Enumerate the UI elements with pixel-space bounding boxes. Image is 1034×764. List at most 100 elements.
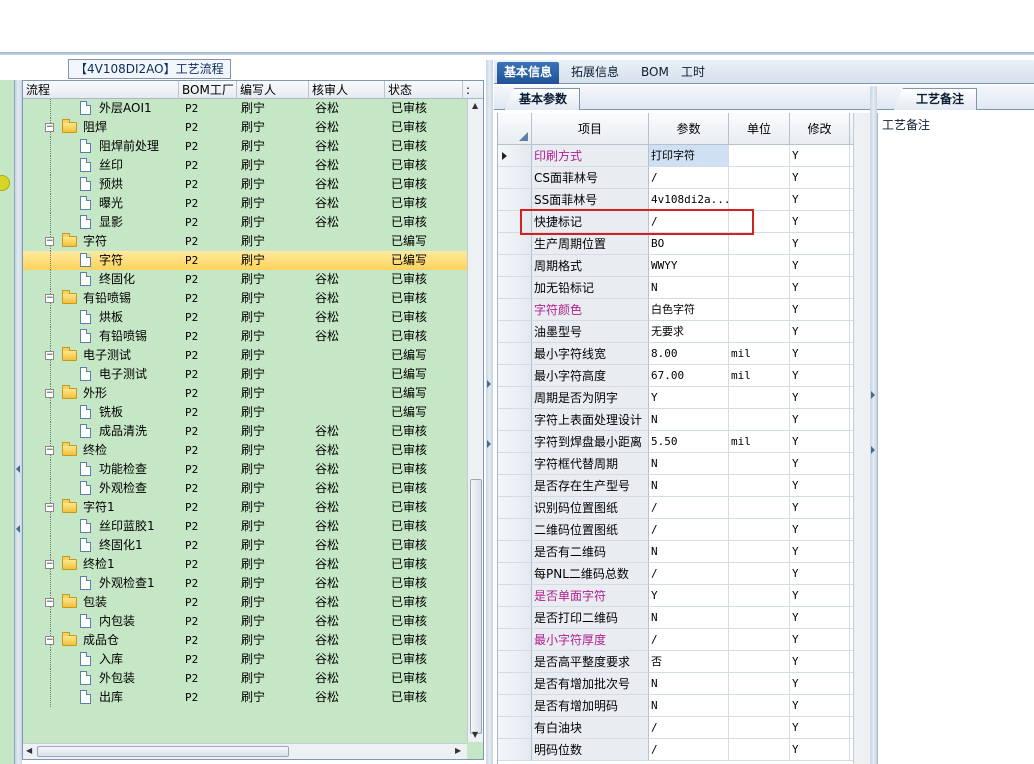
col-process[interactable]: 流程 xyxy=(23,81,179,99)
row-header[interactable] xyxy=(498,541,532,563)
grid-cell-modify[interactable]: Y xyxy=(790,167,850,189)
grid-cell-param[interactable]: / xyxy=(649,519,729,541)
tree-node-label[interactable]: 出库 xyxy=(99,688,123,707)
tree-row[interactable]: 有铅喷锡 P2 刷宁 谷松 已审核 xyxy=(23,327,467,346)
tree-row[interactable]: 终固化1 P2 刷宁 谷松 已审核 xyxy=(23,536,467,555)
grid-cell-modify[interactable]: Y xyxy=(790,299,850,321)
grid-cell-modify[interactable]: Y xyxy=(790,629,850,651)
tree-node-label[interactable]: 显影 xyxy=(99,213,123,232)
grid-cell-modify[interactable]: Y xyxy=(790,673,850,695)
grid-cell-param[interactable]: N xyxy=(649,409,729,431)
tab-extended-info[interactable]: 拓展信息 xyxy=(564,62,626,84)
tree-node-label[interactable]: 内包装 xyxy=(99,612,135,631)
collapse-toggle-icon[interactable]: − xyxy=(45,294,54,303)
grid-cell-modify[interactable]: Y xyxy=(790,387,850,409)
tree-node-label[interactable]: 包装 xyxy=(83,593,107,612)
grid-cell-param[interactable]: Y xyxy=(649,585,729,607)
grid-cell-unit[interactable] xyxy=(729,497,790,519)
grid-row[interactable]: 生产周期位置 BO Y xyxy=(498,233,870,255)
tree-node-label[interactable]: 有铅喷锡 xyxy=(99,327,147,346)
tree-node-label[interactable]: 功能检查 xyxy=(99,460,147,479)
grid-row[interactable]: 每PNL二维码总数 / Y xyxy=(498,563,870,585)
tree-node-label[interactable]: 电子测试 xyxy=(99,365,147,384)
grid-cell-param[interactable]: N xyxy=(649,695,729,717)
tree-row[interactable]: − 有铅喷锡 P2 刷宁 谷松 已审核 xyxy=(23,289,467,308)
tree-node-label[interactable]: 终检 xyxy=(83,441,107,460)
grid-cell-modify[interactable]: Y xyxy=(790,211,850,233)
tree-row[interactable]: 入库 P2 刷宁 谷松 已审核 xyxy=(23,650,467,669)
expand-notes-icon[interactable] xyxy=(871,391,875,399)
grid-cell-param[interactable]: Y xyxy=(649,387,729,409)
grid-cell-param[interactable]: 5.50 xyxy=(649,431,729,453)
tree-node-label[interactable]: 字符1 xyxy=(83,498,115,517)
grid-cell-unit[interactable] xyxy=(729,145,790,167)
grid-cell-unit[interactable] xyxy=(729,585,790,607)
collapse-left-icon[interactable] xyxy=(16,465,20,473)
tree-node-label[interactable]: 有铅喷锡 xyxy=(83,289,131,308)
grid-cell-unit[interactable] xyxy=(729,409,790,431)
grid-cell-unit[interactable] xyxy=(729,607,790,629)
grid-row[interactable]: 是否打印二维码 N Y xyxy=(498,607,870,629)
tree-node-label[interactable]: 终固化1 xyxy=(99,536,143,555)
tree-row[interactable]: 成品清洗 P2 刷宁 谷松 已审核 xyxy=(23,422,467,441)
tree-node-label[interactable]: 烘板 xyxy=(99,308,123,327)
grid-cell-param[interactable]: N xyxy=(649,453,729,475)
grid-row[interactable]: 是否单面字符 Y Y xyxy=(498,585,870,607)
tree-node-label[interactable]: 曝光 xyxy=(99,194,123,213)
tree-row[interactable]: 烘板 P2 刷宁 谷松 已审核 xyxy=(23,308,467,327)
row-header[interactable] xyxy=(498,321,532,343)
grid-row[interactable]: 字符上表面处理设计 N Y xyxy=(498,409,870,431)
tree-node-label[interactable]: 外包装 xyxy=(99,669,135,688)
tree-row[interactable]: − 成品仓 P2 刷宁 谷松 已审核 xyxy=(23,631,467,650)
grid-row[interactable]: 是否有增加明码 N Y xyxy=(498,695,870,717)
row-header[interactable] xyxy=(498,739,532,761)
process-notes-panel[interactable]: 工艺备注 xyxy=(877,113,1034,764)
collapse-toggle-icon[interactable]: − xyxy=(45,560,54,569)
grid-cell-unit[interactable] xyxy=(729,387,790,409)
col-status[interactable]: 状态 xyxy=(385,81,463,99)
grid-cell-unit[interactable] xyxy=(729,189,790,211)
grid-row[interactable]: SS面菲林号 4v108di2a... Y xyxy=(498,189,870,211)
collapse-toggle-icon[interactable]: − xyxy=(45,237,54,246)
tree-row[interactable]: 外观检查1 P2 刷宁 谷松 已审核 xyxy=(23,574,467,593)
tree-node-label[interactable]: 终固化 xyxy=(99,270,135,289)
grid-row[interactable]: 有白油块 / Y xyxy=(498,717,870,739)
grid-row[interactable]: 是否有增加批次号 N Y xyxy=(498,673,870,695)
row-header[interactable] xyxy=(498,277,532,299)
grid-cell-unit[interactable] xyxy=(729,739,790,761)
collapse-toggle-icon[interactable]: − xyxy=(45,389,54,398)
col-author[interactable]: 编写人 xyxy=(237,81,309,99)
tree-row[interactable]: − 字符 P2 刷宁 已编写 xyxy=(23,232,467,251)
grid-cell-modify[interactable]: Y xyxy=(790,563,850,585)
tree-vertical-scrollbar[interactable]: ▲ ▼ xyxy=(467,99,483,742)
grid-cell-unit[interactable] xyxy=(729,277,790,299)
right-splitter[interactable] xyxy=(870,86,877,764)
process-tree[interactable]: 流程 BOM工厂 编写人 核审人 状态 : 外层AOI1 P2 刷宁 谷松 已审核 − 阻焊… xyxy=(22,80,484,760)
tree-row[interactable]: 曝光 P2 刷宁 谷松 已审核 xyxy=(23,194,467,213)
grid-row[interactable]: 油墨型号 无要求 Y xyxy=(498,321,870,343)
grid-cell-unit[interactable] xyxy=(729,233,790,255)
tree-node-label[interactable]: 丝印蓝胶1 xyxy=(99,517,155,536)
grid-cell-modify[interactable]: Y xyxy=(790,233,850,255)
middle-splitter[interactable] xyxy=(486,60,493,764)
grid-row[interactable]: 字符颜色 白色字符 Y xyxy=(498,299,870,321)
expand-right-icon-2[interactable] xyxy=(487,440,491,448)
tree-row[interactable]: 预烘 P2 刷宁 谷松 已审核 xyxy=(23,175,467,194)
grid-col-unit[interactable]: 单位 xyxy=(729,113,790,145)
tree-row[interactable]: 内包装 P2 刷宁 谷松 已审核 xyxy=(23,612,467,631)
tree-node-label[interactable]: 丝印 xyxy=(99,156,123,175)
grid-cell-unit[interactable]: mil xyxy=(729,343,790,365)
tree-row[interactable]: 电子测试 P2 刷宁 已编写 xyxy=(23,365,467,384)
tree-node-label[interactable]: 字符 xyxy=(99,251,123,270)
grid-row[interactable]: 最小字符厚度 / Y xyxy=(498,629,870,651)
tab-basic-params[interactable]: 基本参数 xyxy=(504,88,581,110)
grid-cell-modify[interactable]: Y xyxy=(790,145,850,167)
tree-row[interactable]: 字符 P2 刷宁 已编写 xyxy=(23,251,467,270)
grid-row[interactable]: 加无铅标记 N Y xyxy=(498,277,870,299)
grid-row[interactable]: 是否有二维码 N Y xyxy=(498,541,870,563)
grid-cell-modify[interactable]: Y xyxy=(790,651,850,673)
grid-cell-unit[interactable] xyxy=(729,475,790,497)
grid-cell-param[interactable]: 白色字符 xyxy=(649,299,729,321)
grid-cell-param[interactable]: N xyxy=(649,475,729,497)
grid-cell-modify[interactable]: Y xyxy=(790,343,850,365)
